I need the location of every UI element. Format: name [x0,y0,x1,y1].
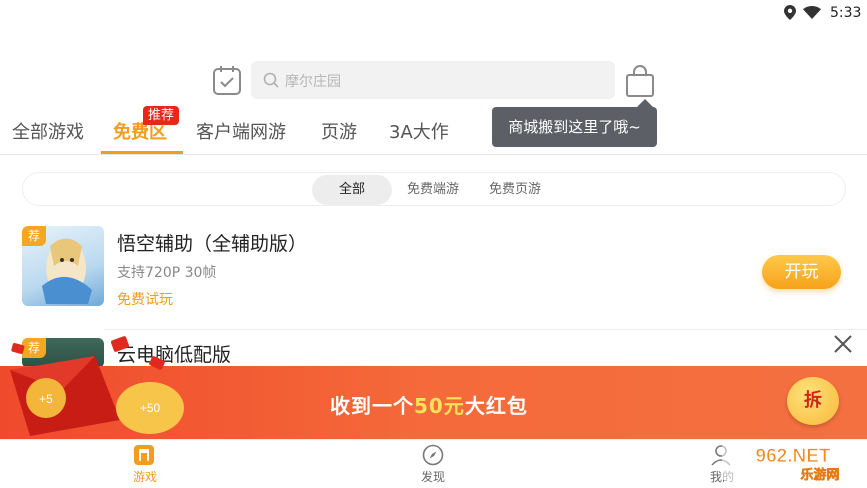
recommend-tag: 荐 [22,226,46,246]
tab-web-games[interactable]: 页游 [321,118,357,144]
tab-client-online[interactable]: 客户端网游 [196,118,286,144]
play-button[interactable]: 开玩 [762,255,841,289]
banner-amount: 50元 [414,394,465,418]
status-bar: 5:33 [0,0,867,26]
tab-all-games[interactable]: 全部游戏 [12,118,84,144]
game-subtitle: 支持720P 30帧 [117,265,217,281]
game-icon[interactable] [133,444,155,466]
banner-message: 收到一个50元大红包 [330,390,528,419]
tabs-divider [0,154,867,155]
filter-free-web[interactable]: 免费页游 [476,175,554,205]
red-envelope-icon: +5 +50 [10,336,184,436]
nav-discover-label[interactable]: 发现 [421,468,445,485]
location-icon [784,5,796,20]
free-trial-tag: 免费试玩 [117,292,173,308]
calendar-check-icon[interactable] [212,64,242,96]
compass-icon[interactable] [422,444,444,466]
open-envelope-button[interactable]: 拆 [787,377,839,425]
shopping-bag-icon[interactable] [624,64,656,98]
tab-3a-games[interactable]: 3A大作 [389,118,449,144]
watermark-top: 962.NET [756,446,831,467]
search-placeholder: 摩尔庄园 [285,74,341,90]
game-thumbnail[interactable]: 荐 [22,226,104,306]
filter-free-client[interactable]: 免费端游 [394,175,472,205]
search-input[interactable]: 摩尔庄园 [251,61,615,99]
row-divider [104,329,867,330]
banner-text-pre: 收到一个 [330,394,414,418]
search-icon [263,72,279,88]
banner-text-post: 大红包 [464,394,528,418]
recommend-badge: 推荐 [143,106,180,125]
close-icon[interactable] [832,333,854,355]
watermark-bottom: 乐游网 [800,467,839,483]
wifi-icon [803,6,821,19]
status-time: 5:33 [830,5,862,21]
game-title[interactable]: 悟空辅助（全辅助版） [117,229,307,256]
site-watermark-logo: 962.NET 乐游网 [722,442,864,483]
coin-label: +5 [39,392,53,406]
tooltip-arrow [637,99,653,107]
nav-games-label[interactable]: 游戏 [133,468,157,485]
filter-all[interactable]: 全部 [312,175,392,205]
coin-label: +50 [140,401,161,415]
store-moved-tooltip: 商城搬到这里了哦~ [492,107,657,147]
